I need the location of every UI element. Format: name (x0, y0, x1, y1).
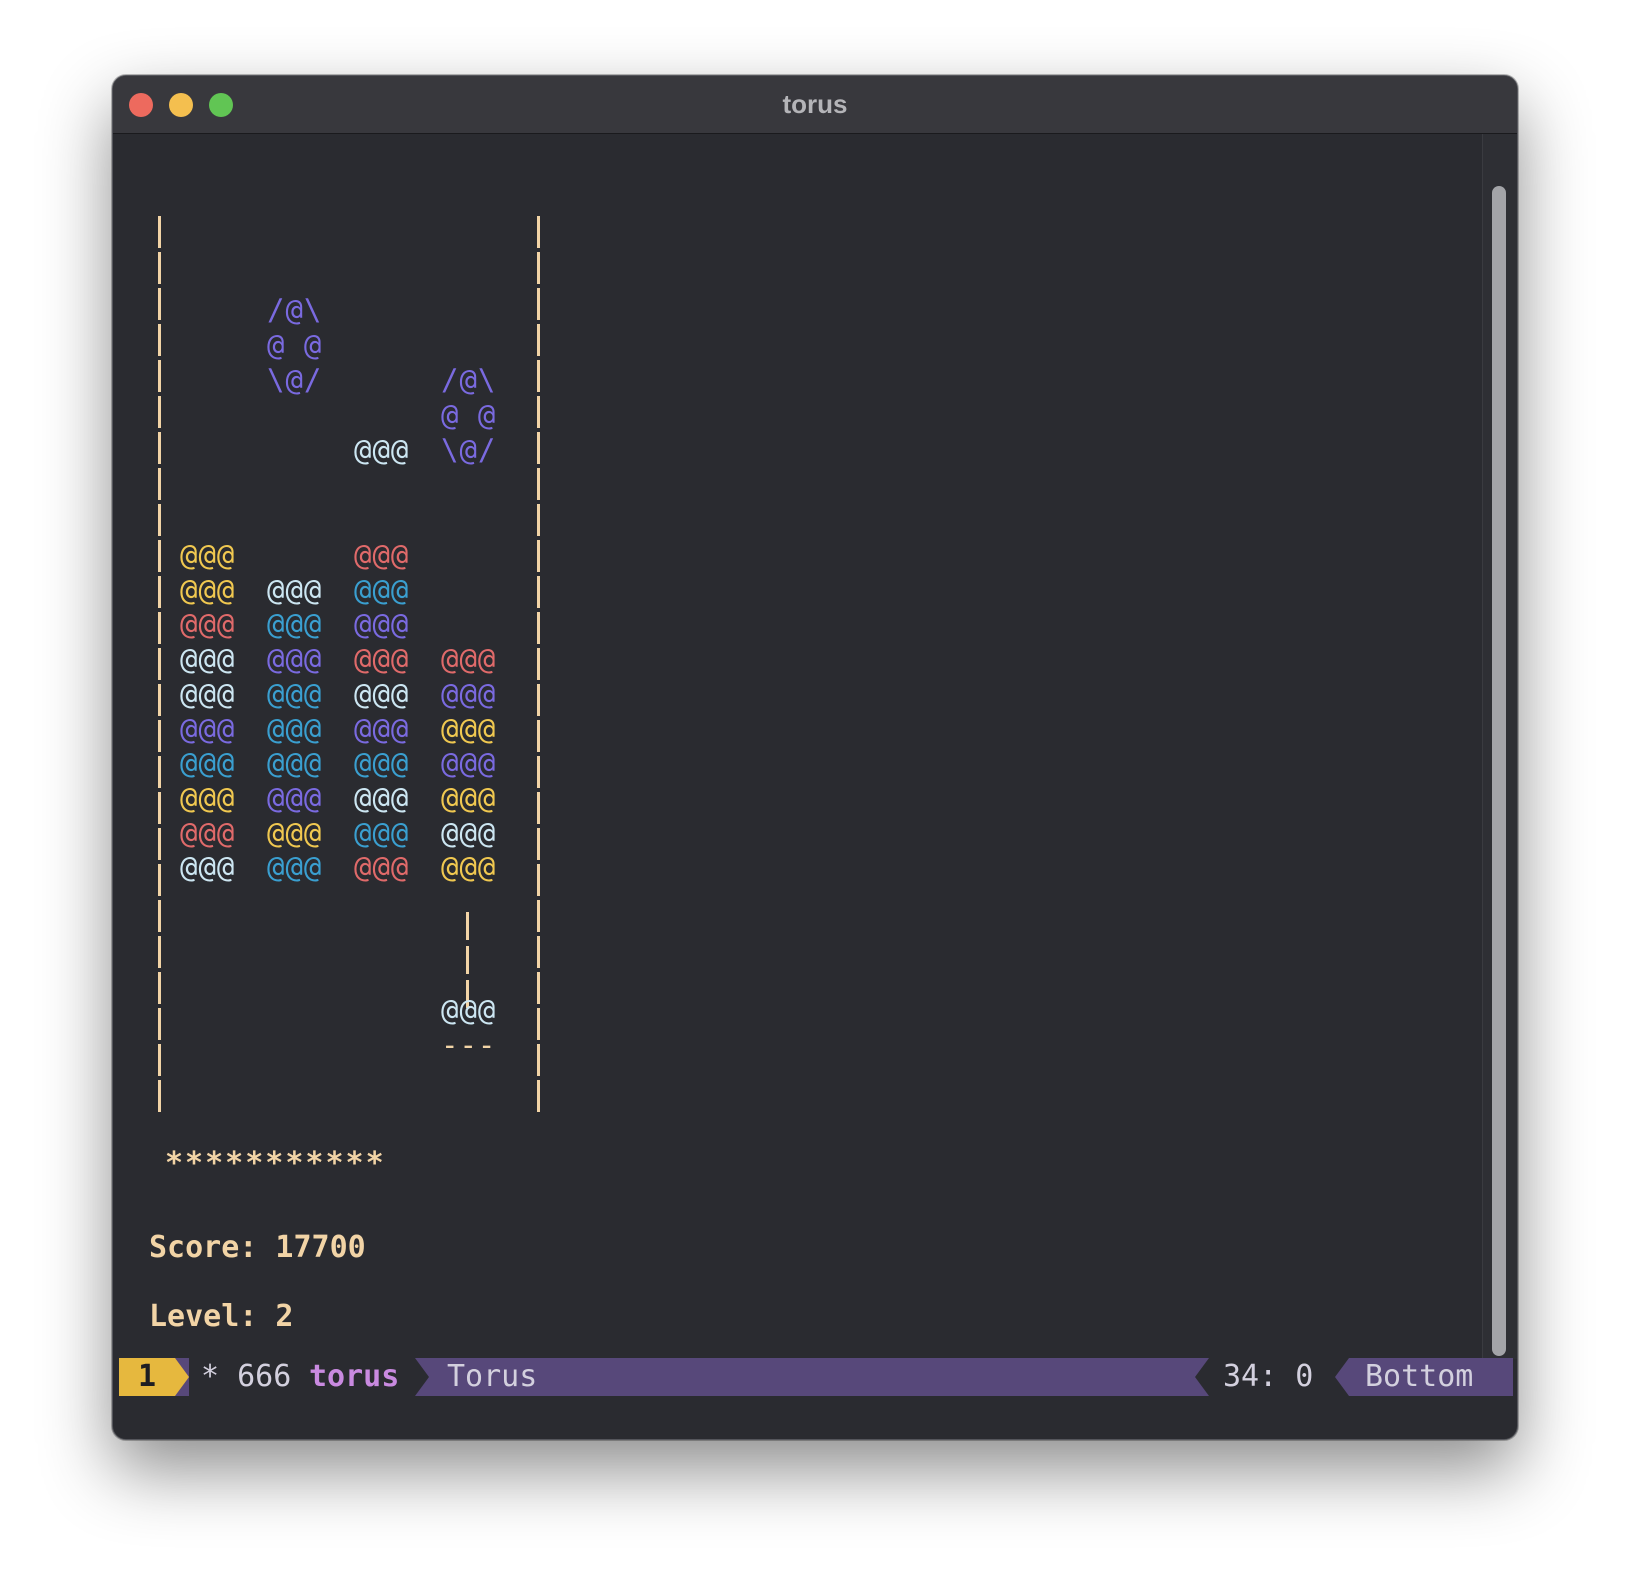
stack-piece: @@@ (180, 711, 236, 746)
segment-arrow (1335, 1358, 1349, 1396)
segment-arrow (175, 1358, 189, 1396)
major-mode: Torus (447, 1359, 538, 1394)
stack-piece: @@@ (180, 780, 236, 815)
stack-piece: @@@ (354, 850, 410, 885)
stack-piece: @@@ (267, 780, 323, 815)
window-title: torus (782, 89, 848, 119)
stack-piece: @@@ (267, 746, 323, 781)
stack-piece: @@@ (354, 746, 410, 781)
buffer-status: * 666 (201, 1359, 292, 1394)
stack-piece: @@@ (180, 607, 236, 642)
player-base: --- (441, 1028, 497, 1062)
cursor-position: 34: 0 (1223, 1359, 1314, 1394)
stack-piece: @@@ (441, 815, 497, 850)
stack-piece: @@@ (180, 746, 236, 781)
stack-piece: @@@ (180, 642, 236, 677)
stack-piece: @@@ (267, 642, 323, 677)
stack-piece: @@@ (354, 572, 410, 607)
stack-piece: @@@ (180, 538, 236, 572)
buffer-segment: * 666 torus (189, 1358, 415, 1396)
level-label: Level: 2 (149, 1299, 294, 1334)
falling-piece: @@@ (354, 433, 410, 467)
mode-line: 1 * 666 torus Torus 34: 0 Bottom (119, 1358, 1513, 1396)
stack-piece: @@@ (267, 815, 323, 850)
game-board: /@\ @ @ \@/ /@\ @ @ \@/ @@@ @@@ @@@ @@@ @@@… (113, 134, 1483, 1359)
stack-piece: @@@ (441, 676, 497, 711)
spinner-1-mid: @ @ (267, 328, 323, 362)
stack-piece: @@@ (441, 780, 497, 815)
stack-piece: @@@ (354, 642, 410, 677)
scrollbar[interactable] (1482, 134, 1517, 1359)
segment-arrow (1195, 1358, 1209, 1396)
position-segment: 34: 0 (1209, 1358, 1349, 1396)
score-label: Score: 17700 (149, 1230, 366, 1265)
stack-piece: @@@ (441, 850, 497, 885)
spinner-2-top: /@\ (441, 363, 497, 397)
terminal-window: torus /@\ @ @ \@/ /@\ @ @ \@/ @@@ @@@ @@@… (112, 75, 1518, 1440)
stack-piece: @@@ (354, 676, 410, 711)
stack-piece: @@@ (180, 815, 236, 850)
stack-piece: @@@ (441, 746, 497, 781)
player-piece: @@@ (441, 993, 497, 1027)
stack-piece: @@@ (267, 711, 323, 746)
next-indicator-stars: *********** (165, 1146, 386, 1181)
spinner-2-bottom: \@/ (441, 433, 497, 467)
stack-piece: @@@ (354, 607, 410, 642)
stack-piece: @@@ (354, 538, 410, 572)
stack-piece: @@@ (267, 607, 323, 642)
window-number: 1 (119, 1358, 175, 1396)
board-right-wall (537, 216, 540, 1114)
stack-piece: @@@ (354, 711, 410, 746)
stack-piece: @@@ (354, 815, 410, 850)
stack-piece: @@@ (441, 711, 497, 746)
stack-piece: @@@ (441, 642, 497, 677)
spinner-2-mid: @ @ (441, 398, 497, 432)
buffer-name: torus (309, 1359, 400, 1394)
stack-piece: @@@ (180, 572, 236, 607)
title-bar: torus (113, 76, 1517, 134)
spinner-1-top: /@\ (267, 293, 323, 327)
scroll-position: Bottom (1365, 1359, 1474, 1394)
stack-piece: @@@ (354, 780, 410, 815)
stack-piece: @@@ (267, 850, 323, 885)
stack-piece: @@@ (267, 676, 323, 711)
spinner-1-bottom: \@/ (267, 363, 323, 397)
scrollbar-thumb[interactable] (1492, 186, 1506, 1356)
segment-arrow (415, 1358, 429, 1396)
stack-piece: @@@ (267, 572, 323, 607)
stack-piece: @@@ (180, 850, 236, 885)
stack-piece: @@@ (180, 676, 236, 711)
board-left-wall (158, 216, 161, 1114)
